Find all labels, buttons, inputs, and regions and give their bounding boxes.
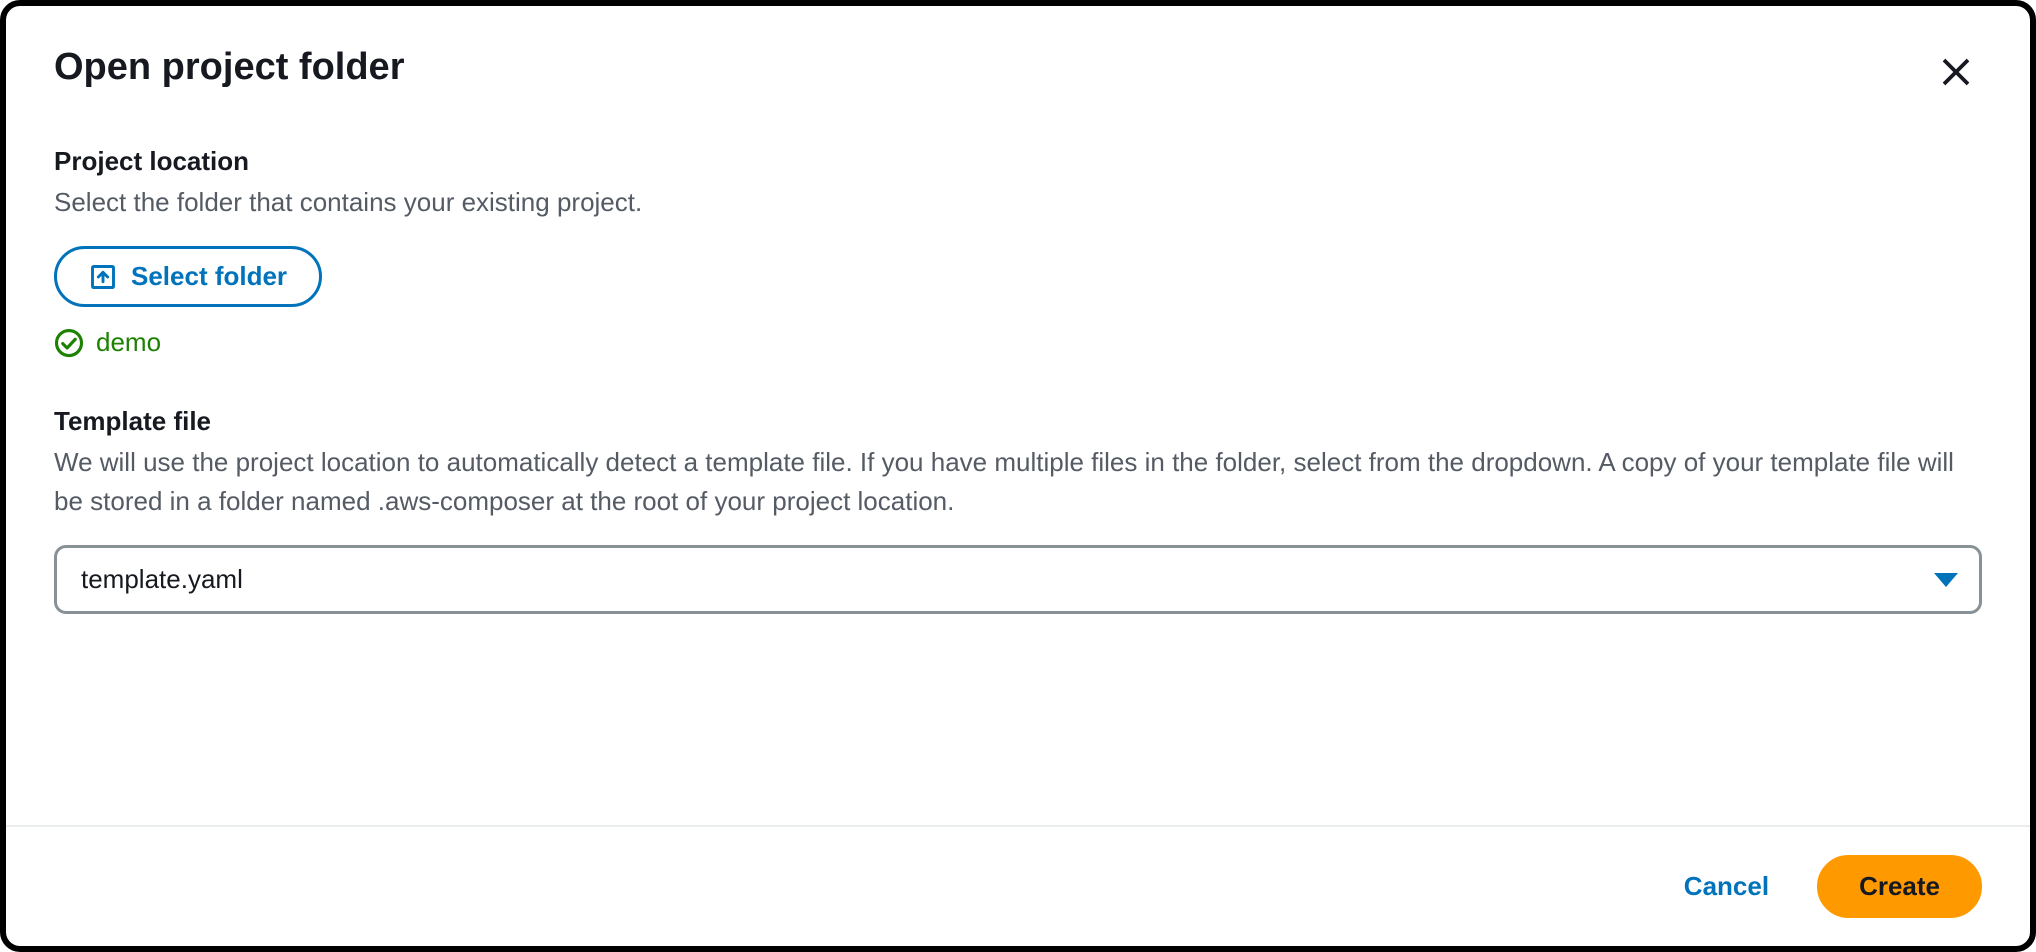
dialog-footer: Cancel Create: [6, 825, 2030, 946]
template-select-wrapper: template.yaml: [54, 545, 1982, 614]
template-file-heading: Template file: [54, 406, 1982, 437]
template-file-section: Template file We will use the project lo…: [54, 406, 1982, 614]
upload-folder-icon: [89, 263, 117, 291]
cancel-button[interactable]: Cancel: [1660, 857, 1793, 916]
dialog-title: Open project folder: [54, 46, 404, 89]
template-file-select[interactable]: template.yaml: [54, 545, 1982, 614]
project-location-description: Select the folder that contains your exi…: [54, 183, 1982, 222]
check-circle-icon: [54, 328, 84, 358]
dialog-header: Open project folder: [6, 6, 2030, 98]
select-folder-button[interactable]: Select folder: [54, 246, 322, 307]
close-button[interactable]: [1930, 46, 1982, 98]
open-project-dialog: Open project folder Project location Sel…: [0, 0, 2036, 952]
selected-folder-status: demo: [54, 327, 1982, 358]
project-location-heading: Project location: [54, 146, 1982, 177]
template-file-description: We will use the project location to auto…: [54, 443, 1982, 521]
create-button[interactable]: Create: [1817, 855, 1982, 918]
select-folder-label: Select folder: [131, 261, 287, 292]
selected-folder-name: demo: [96, 327, 161, 358]
project-location-section: Project location Select the folder that …: [54, 146, 1982, 358]
close-icon: [1938, 54, 1974, 90]
dialog-body: Project location Select the folder that …: [6, 98, 2030, 825]
